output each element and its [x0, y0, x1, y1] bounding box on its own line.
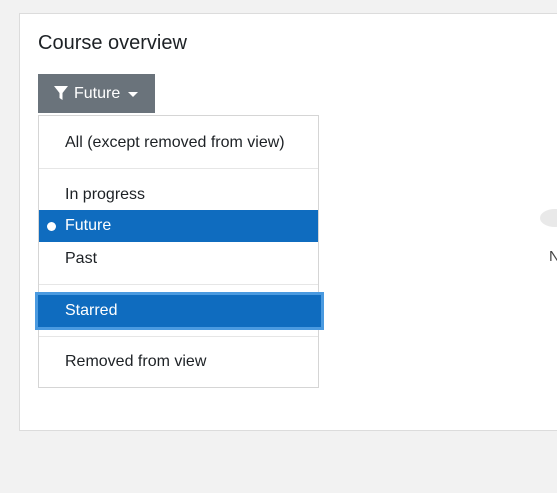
menu-divider — [39, 336, 318, 337]
menu-item-all[interactable]: All (except removed from view) — [39, 127, 318, 159]
filter-icon — [54, 86, 68, 101]
caret-down-icon — [128, 91, 139, 97]
card-title: Course overview — [38, 32, 187, 54]
menu-item-in-progress[interactable]: In progress — [39, 179, 318, 211]
menu-divider — [39, 284, 318, 285]
empty-state-text: N — [549, 248, 557, 265]
menu-divider — [39, 168, 318, 169]
filter-selected-label: Future — [74, 84, 121, 102]
menu-item-removed-from-view[interactable]: Removed from view — [39, 346, 318, 378]
filter-dropdown-menu: All (except removed from view) In progre… — [35, 115, 324, 388]
menu-item-future[interactable]: Future — [39, 210, 318, 242]
menu-item-past[interactable]: Past — [39, 243, 318, 275]
selected-dot-icon — [47, 222, 56, 231]
filter-dropdown-button[interactable]: Future — [38, 74, 155, 113]
menu-item-starred[interactable]: Starred — [35, 292, 324, 330]
menu-item-label: Future — [65, 217, 112, 234]
